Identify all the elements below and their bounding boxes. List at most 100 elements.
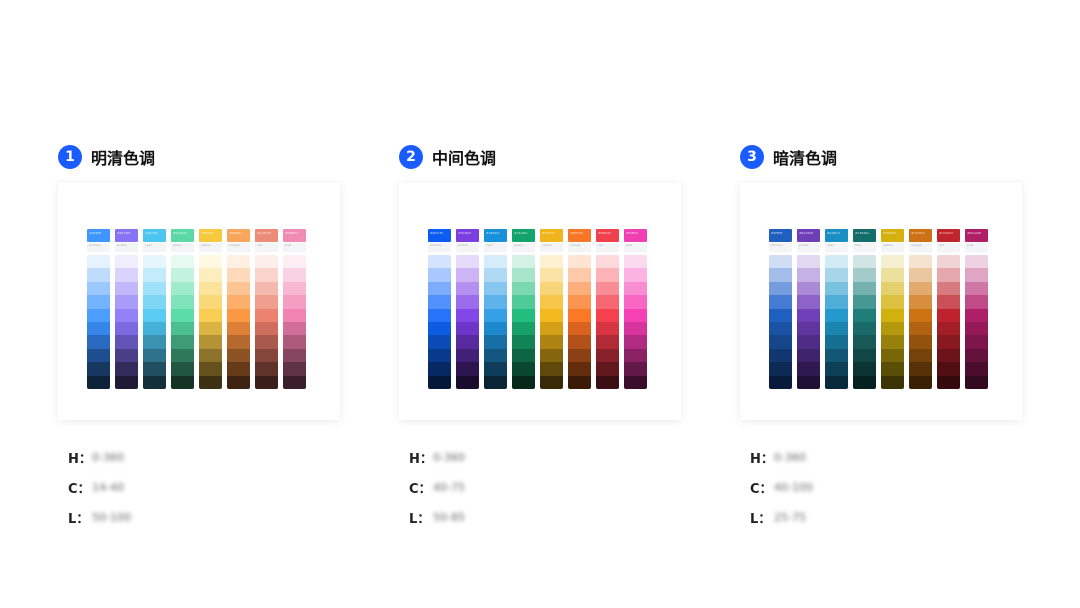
color-swatch: [283, 308, 306, 322]
swatch-stack: [909, 255, 932, 389]
range-label: L：: [409, 511, 431, 527]
color-swatch: [227, 348, 250, 363]
swatch-header: #1f5fbf: [769, 229, 792, 242]
color-swatch: [797, 321, 820, 336]
range-value: 0-360: [92, 450, 124, 464]
swatch-column-orange: #f8a65c orange: [227, 229, 250, 389]
color-swatch: [484, 362, 507, 376]
color-swatch: [853, 348, 876, 363]
swatch-column-primary: #1f5fbf primary: [769, 229, 792, 389]
color-swatch: [769, 375, 792, 389]
swatch-column-yellow: #f1b51c yellow: [540, 229, 563, 389]
color-swatch: [568, 308, 591, 322]
color-swatch: [283, 255, 306, 269]
color-swatch: [143, 308, 166, 322]
color-swatch: [115, 362, 138, 376]
color-swatch: [937, 348, 960, 363]
swatch-stack: [937, 255, 960, 389]
color-swatch: [283, 321, 306, 336]
color-swatch: [825, 281, 848, 296]
color-swatch: [199, 308, 222, 322]
color-swatch: [881, 268, 904, 282]
color-swatch: [881, 348, 904, 363]
range-row: C： 14-40: [68, 472, 131, 502]
swatch-header: #1a8fc4: [825, 229, 848, 242]
color-swatch: [881, 321, 904, 336]
color-swatch: [909, 281, 932, 296]
color-swatch: [255, 321, 278, 336]
swatch-column-primary: #0b5cf0 primary: [428, 229, 451, 389]
color-swatch: [456, 281, 479, 296]
color-swatch: [965, 255, 988, 269]
color-swatch: [456, 335, 479, 349]
color-swatch: [171, 321, 194, 336]
color-swatch: [881, 362, 904, 376]
swatch-stack: [171, 255, 194, 389]
color-swatch: [568, 375, 591, 389]
color-swatch: [881, 281, 904, 296]
swatch-column-green: #136d6a teal: [853, 229, 876, 389]
swatch-stack: [283, 255, 306, 389]
color-swatch: [540, 348, 563, 363]
color-swatch: [87, 375, 110, 389]
hcl-ranges: H： 0-360 C： 14-40 L： 50-100: [68, 442, 131, 532]
color-swatch: [456, 268, 479, 282]
color-swatch: [199, 335, 222, 349]
color-swatch: [199, 348, 222, 363]
color-swatch: [596, 362, 619, 376]
range-value: 0-360: [774, 450, 806, 464]
range-label: C：: [409, 481, 432, 497]
color-swatch: [624, 295, 647, 309]
color-swatch: [540, 295, 563, 309]
swatch-column-purple: #8674f5 purple: [115, 229, 138, 389]
swatch-column-red: #f0404d red: [596, 229, 619, 389]
color-swatch: [484, 321, 507, 336]
swatch-subheader: cyan: [825, 243, 848, 252]
color-swatch: [568, 348, 591, 363]
number-badge: 3: [740, 145, 764, 169]
swatch-subheader: green: [512, 243, 535, 252]
range-row: L： 50-100: [68, 502, 131, 532]
color-swatch: [199, 255, 222, 269]
color-swatch: [428, 348, 451, 363]
color-swatch: [937, 281, 960, 296]
color-swatch: [853, 281, 876, 296]
color-swatch: [255, 268, 278, 282]
color-swatch: [255, 348, 278, 363]
color-swatch: [456, 308, 479, 322]
swatch-stack: [624, 255, 647, 389]
swatch-header: #d6b00c: [881, 229, 904, 242]
color-swatch: [484, 335, 507, 349]
color-swatch: [283, 375, 306, 389]
color-swatch: [596, 375, 619, 389]
color-swatch: [825, 335, 848, 349]
swatch-header: #ec8b78: [255, 229, 278, 242]
color-swatch: [769, 295, 792, 309]
color-swatch: [853, 295, 876, 309]
range-row: L： 50-85: [409, 502, 465, 532]
range-label: L：: [68, 511, 90, 527]
color-swatch: [199, 281, 222, 296]
color-swatch: [115, 348, 138, 363]
color-swatch: [199, 321, 222, 336]
color-swatch: [965, 268, 988, 282]
color-swatch: [797, 281, 820, 296]
color-swatch: [199, 362, 222, 376]
color-swatch: [568, 281, 591, 296]
color-swatch: [797, 348, 820, 363]
swatch-stack: [825, 255, 848, 389]
color-swatch: [568, 335, 591, 349]
color-swatch: [825, 308, 848, 322]
color-swatch: [512, 295, 535, 309]
color-swatch: [255, 335, 278, 349]
swatch-subheader: teal: [853, 243, 876, 252]
color-swatch: [143, 255, 166, 269]
swatch-subheader: red: [937, 243, 960, 252]
swatch-stack: [540, 255, 563, 389]
color-swatch: [797, 335, 820, 349]
color-swatch: [199, 375, 222, 389]
color-swatch: [456, 375, 479, 389]
color-swatch: [428, 335, 451, 349]
color-swatch: [853, 255, 876, 269]
swatch-column-cyan: #1890dc cyan: [484, 229, 507, 389]
